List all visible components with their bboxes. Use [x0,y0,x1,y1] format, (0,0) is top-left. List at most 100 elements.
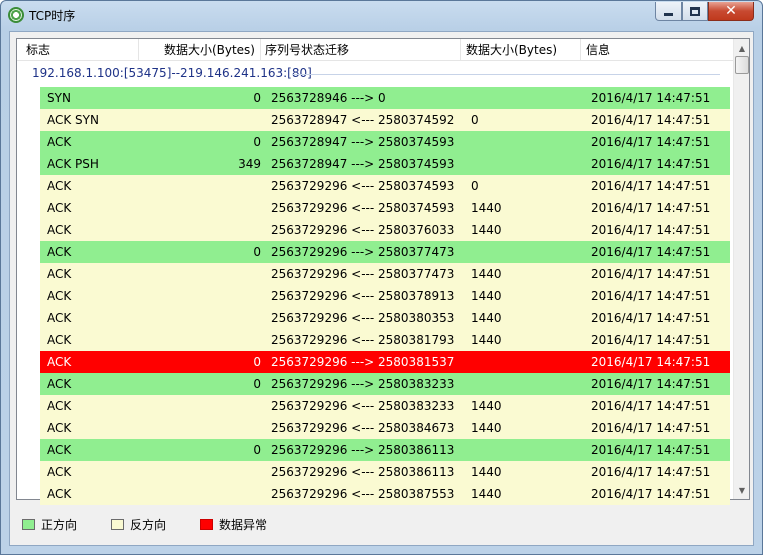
column-header-info[interactable]: 信息 [581,39,733,61]
cell-size-reverse [471,351,581,373]
cell-info: 2016/4/17 14:47:51 [591,333,711,347]
cell-size-reverse: 0 [471,179,479,193]
cell-size-reverse: 1440 [471,487,502,501]
cell-info: 2016/4/17 14:47:51 [591,487,711,501]
error-swatch-icon [200,518,213,530]
table-row[interactable]: ACK 0 2563729296 ---> 2580383233 2016/4/17 … [40,373,730,395]
table-row[interactable]: ACK 2563729296 <--- 2580381793 1440 2016/4/… [40,329,730,351]
cell-size-reverse [471,439,581,461]
cell-size-reverse: 1440 [471,399,502,413]
cell-size-forward: 0 [253,91,261,105]
legend-forward-label: 正方向 [41,517,78,532]
cell-size-forward: 0 [253,245,261,259]
cell-info: 2016/4/17 14:47:51 [591,443,711,457]
cell-seq-transition: 2563728947 <--- 2580374592 [271,113,455,127]
cell-size-reverse: 1440 [471,465,502,479]
vertical-scrollbar[interactable]: ▲ ▼ [733,39,749,499]
cell-seq-transition: 2563729296 <--- 2580381793 [271,333,455,347]
cell-seq-transition: 2563729296 <--- 2580380353 [271,311,455,325]
cell-seq-transition: 2563729296 <--- 2580384673 [271,421,455,435]
cell-info: 2016/4/17 14:47:51 [591,179,711,193]
table-row[interactable]: ACK PSH 349 2563728947 ---> 2580374593 2016… [40,153,730,175]
minimize-icon [664,12,673,16]
table-row[interactable]: SYN 0 2563728946 ---> 0 2016/4/17 14:47:51 [40,87,730,109]
cell-seq-transition: 2563729296 <--- 2580383233 [271,399,455,413]
table-row[interactable]: ACK 2563729296 <--- 2580384673 1440 2016/4/… [40,417,730,439]
table-row[interactable]: ACK 2563729296 <--- 2580376033 1440 2016/4/… [40,219,730,241]
cell-size-reverse [471,373,581,395]
cell-info: 2016/4/17 14:47:51 [591,223,711,237]
cell-size-forward: 349 [238,157,261,171]
cell-size-reverse: 1440 [471,201,502,215]
cell-size-forward: 0 [253,443,261,457]
cell-size-reverse: 1440 [471,333,502,347]
table-row[interactable]: ACK 0 2563729296 ---> 2580381537 2016/4/17 … [40,351,730,373]
cell-seq-transition: 2563728947 ---> 2580374593 [271,135,455,149]
table-row[interactable]: ACK 2563729296 <--- 2580374593 0 2016/4/17 … [40,175,730,197]
column-header-seq-transition[interactable]: 序列号状态迁移 [261,39,461,61]
close-button[interactable]: ✕ [708,2,754,21]
cell-seq-transition: 2563729296 <--- 2580378913 [271,289,455,303]
cell-info: 2016/4/17 14:47:51 [591,245,711,259]
column-header-flag[interactable]: 标志 [17,39,139,61]
cell-info: 2016/4/17 14:47:51 [591,157,711,171]
cell-info: 2016/4/17 14:47:51 [591,355,711,369]
scroll-down-icon[interactable]: ▼ [734,482,750,498]
cell-size-reverse: 1440 [471,421,502,435]
list-rows: SYN 0 2563728946 ---> 0 2016/4/17 14:47:51 A… [40,87,730,505]
connection-label: 192.168.1.100:[53475]--219.146.241.163:[… [32,66,312,80]
cell-size-forward [139,285,261,307]
scroll-thumb[interactable] [735,56,749,74]
cell-seq-transition: 2563729296 <--- 2580386113 [271,465,455,479]
table-row[interactable]: ACK 2563729296 <--- 2580386113 1440 2016/4/… [40,461,730,483]
table-row[interactable]: ACK 2563729296 <--- 2580377473 1440 2016/4/… [40,263,730,285]
cell-size-forward [139,197,261,219]
minimize-button[interactable] [655,2,682,21]
cell-size-forward [139,483,261,505]
app-icon [8,7,24,23]
table-row[interactable]: ACK SYN 2563728947 <--- 2580374592 0 2016/4… [40,109,730,131]
cell-seq-transition: 2563729296 ---> 2580383233 [271,377,455,391]
legend: 正方向 反方向 数据异常 [10,508,755,538]
cell-size-reverse [471,241,581,263]
table-row[interactable]: ACK 2563729296 <--- 2580387553 1440 2016/4/… [40,483,730,505]
cell-info: 2016/4/17 14:47:51 [591,113,711,127]
table-row[interactable]: ACK 0 2563729296 ---> 2580377473 2016/4/17 … [40,241,730,263]
connection-group-header[interactable]: 192.168.1.100:[53475]--219.146.241.163:[… [17,63,733,85]
maximize-button[interactable] [682,2,708,21]
sequence-list[interactable]: 标志 数据大小(Bytes) 序列号状态迁移 数据大小(Bytes) 信息 19… [16,38,750,505]
cell-size-forward: 0 [253,377,261,391]
scroll-up-icon[interactable]: ▲ [734,40,750,56]
table-row[interactable]: ACK 0 2563728947 ---> 2580374593 2016/4/17 … [40,131,730,153]
list-header: 标志 数据大小(Bytes) 序列号状态迁移 数据大小(Bytes) 信息 [17,39,733,61]
reverse-swatch-icon [111,518,124,530]
table-row[interactable]: ACK 2563729296 <--- 2580378913 1440 2016/4/… [40,285,730,307]
cell-seq-transition: 2563728947 ---> 2580374593 [271,157,455,171]
cell-size-reverse: 1440 [471,289,502,303]
table-row[interactable]: ACK 0 2563729296 ---> 2580386113 2016/4/17 … [40,439,730,461]
title-bar[interactable]: TCP时序 ✕ [1,1,762,31]
column-header-size-forward[interactable]: 数据大小(Bytes) [139,39,261,61]
cell-seq-transition: 2563729296 <--- 2580377473 [271,267,455,281]
cell-seq-transition: 2563729296 ---> 2580381537 [271,355,455,369]
cell-size-forward [139,417,261,439]
cell-info: 2016/4/17 14:47:51 [591,465,711,479]
legend-reverse-label: 反方向 [130,517,167,532]
cell-seq-transition: 2563729296 <--- 2580374593 [271,201,455,215]
cell-info: 2016/4/17 14:47:51 [591,399,711,413]
cell-seq-transition: 2563729296 <--- 2580387553 [271,487,455,501]
maximize-icon [690,6,700,16]
cell-size-reverse: 0 [471,113,479,127]
cell-size-reverse [471,131,581,153]
cell-seq-transition: 2563729296 <--- 2580374593 [271,179,455,193]
table-row[interactable]: ACK 2563729296 <--- 2580374593 1440 2016/4/… [40,197,730,219]
table-row[interactable]: ACK 2563729296 <--- 2580383233 1440 2016/4/… [40,395,730,417]
table-row[interactable]: ACK 2563729296 <--- 2580380353 1440 2016/4/… [40,307,730,329]
column-header-size-reverse[interactable]: 数据大小(Bytes) [461,39,581,61]
legend-forward: 正方向 [22,516,77,532]
forward-swatch-icon [22,518,35,530]
window-title: TCP时序 [29,9,76,23]
cell-info: 2016/4/17 14:47:51 [591,135,711,149]
cell-seq-transition: 2563729296 ---> 2580386113 [271,443,455,457]
cell-size-forward [139,461,261,483]
